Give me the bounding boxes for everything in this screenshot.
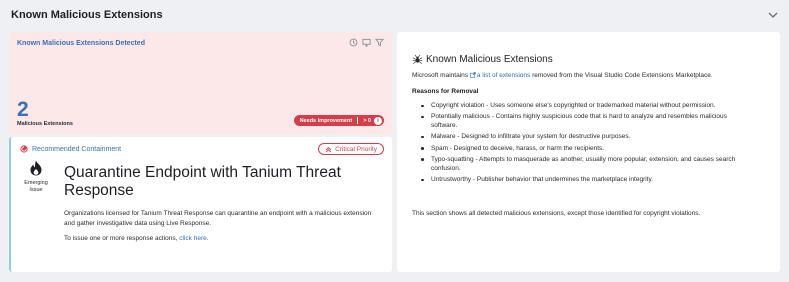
count-label: Malicious Extensions bbox=[17, 121, 73, 127]
containment-title: Quarantine Endpoint with Tanium Threat R… bbox=[64, 164, 341, 199]
critical-priority-badge: Critical Priority bbox=[318, 143, 384, 155]
monitor-icon[interactable] bbox=[362, 38, 371, 47]
badge-threshold: > 0 bbox=[363, 117, 371, 124]
list-item: Malware - Designed to infiltrate your sy… bbox=[412, 132, 742, 141]
containment-description: Organizations licensed for Tanium Threat… bbox=[64, 210, 372, 227]
extensions-list-link[interactable]: a list of extensions bbox=[477, 72, 530, 79]
intro-suffix: removed from the Visual Studio Code Exte… bbox=[532, 72, 713, 79]
external-link-icon bbox=[470, 72, 476, 78]
info-intro: Microsoft maintains a list of extensions… bbox=[412, 72, 772, 79]
section-title: Known Malicious Extensions bbox=[11, 9, 163, 21]
list-item: Copyright violation - Uses someone else'… bbox=[412, 101, 742, 110]
containment-action: To issue one or more response actions, c… bbox=[64, 235, 209, 242]
emerging-issue: Emerging Issue bbox=[22, 160, 50, 195]
spider-icon bbox=[412, 54, 423, 64]
containment-header: Recommended Containment bbox=[20, 145, 121, 153]
filter-icon[interactable] bbox=[375, 38, 384, 47]
detected-card-title: Known Malicious Extensions Detected bbox=[17, 40, 145, 47]
double-chevron-up-icon bbox=[325, 146, 332, 152]
list-item: Typo-squatting - Attempts to masquerade … bbox=[412, 155, 742, 174]
info-icon[interactable]: i bbox=[374, 116, 382, 125]
chevron-down-icon[interactable] bbox=[766, 8, 780, 22]
history-icon[interactable] bbox=[349, 38, 358, 47]
info-footer: This section shows all detected maliciou… bbox=[412, 210, 701, 217]
intro-prefix: Microsoft maintains bbox=[412, 72, 468, 79]
needs-improvement-badge[interactable]: Needs Improvement > 0 i bbox=[293, 115, 384, 126]
reasons-heading: Reasons for Removal bbox=[412, 88, 479, 95]
fire-icon bbox=[30, 160, 42, 176]
badge-label: Needs Improvement bbox=[299, 117, 353, 124]
section-header: Known Malicious Extensions bbox=[0, 0, 789, 30]
recommended-containment-card: Recommended Containment Critical Priorit… bbox=[9, 137, 392, 272]
emerging-issue-label: Emerging Issue bbox=[24, 180, 48, 194]
info-card: Known Malicious Extensions Microsoft mai… bbox=[397, 32, 780, 272]
list-item: Potentially malicious - Contains highly … bbox=[412, 112, 742, 131]
list-item: Untrustworthy - Publisher behavior that … bbox=[412, 175, 742, 184]
card-toolbar bbox=[349, 38, 384, 47]
containment-icon bbox=[20, 145, 28, 153]
click-here-link[interactable]: click here. bbox=[179, 235, 208, 242]
info-title-text: Known Malicious Extensions bbox=[426, 54, 553, 65]
malicious-extension-count: 2 bbox=[17, 98, 29, 121]
malicious-extensions-detected-card: Known Malicious Extensions Detected 2 Ma… bbox=[9, 32, 392, 134]
badge-divider bbox=[357, 117, 359, 124]
priority-label: Critical Priority bbox=[335, 145, 377, 153]
list-item: Spam - Designed to deceive, harass, or h… bbox=[412, 144, 742, 153]
reasons-list: Copyright violation - Uses someone else'… bbox=[412, 101, 742, 186]
containment-label: Recommended Containment bbox=[32, 145, 122, 153]
info-title: Known Malicious Extensions bbox=[412, 54, 553, 65]
action-prefix: To issue one or more response actions, bbox=[64, 235, 178, 242]
